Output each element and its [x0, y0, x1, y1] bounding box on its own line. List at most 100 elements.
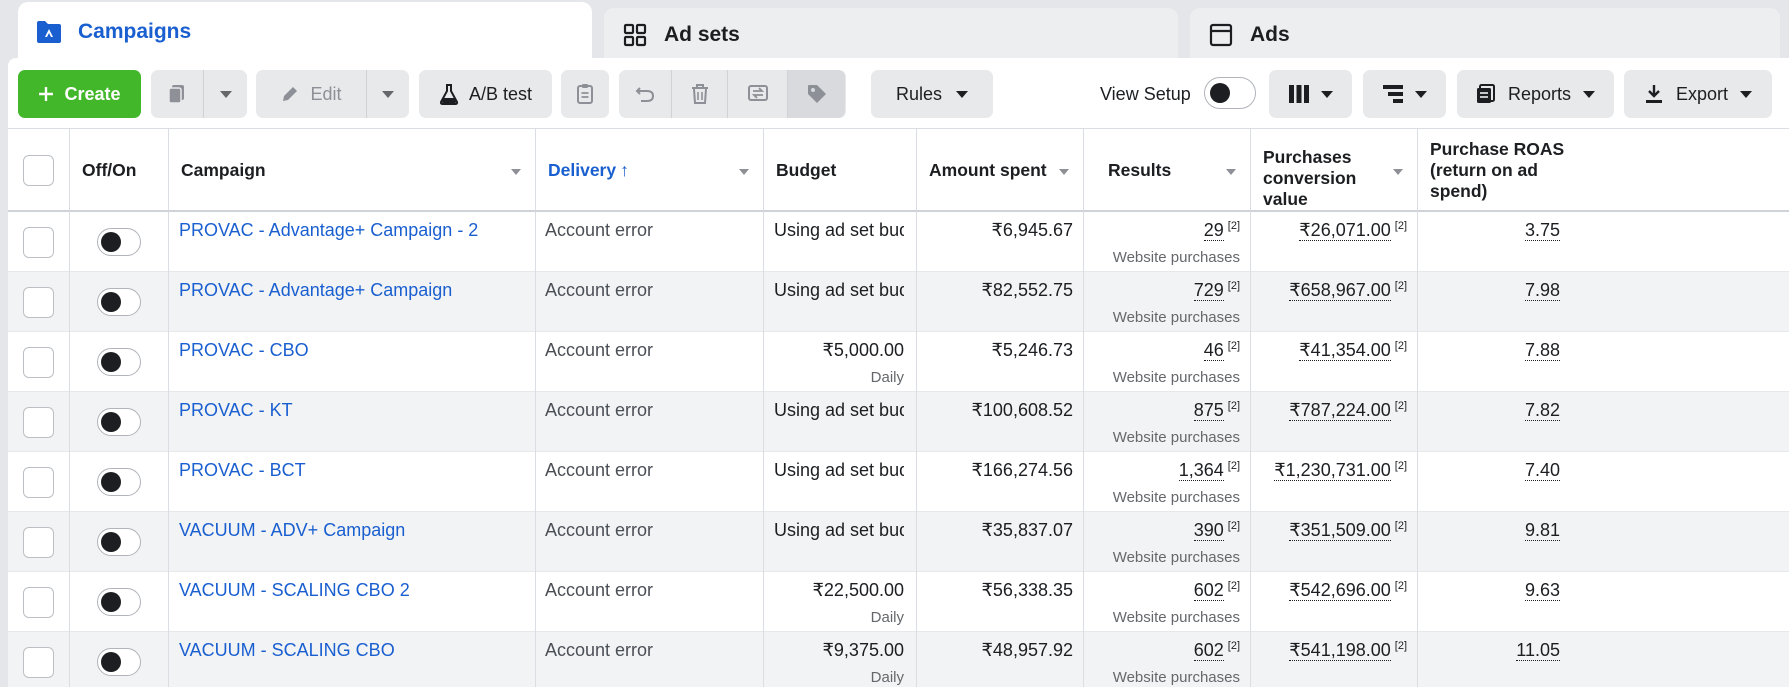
duplicate-dropdown[interactable] [204, 90, 247, 98]
campaign-name-link[interactable]: VACUUM - SCALING CBO 2 [169, 572, 536, 632]
campaign-status-toggle[interactable] [97, 648, 141, 676]
row-checkbox[interactable] [23, 526, 54, 558]
attribution-note: [2] [1394, 400, 1407, 412]
header-results[interactable]: Results [1084, 129, 1251, 211]
row-checkbox[interactable] [23, 286, 54, 318]
row-checkbox[interactable] [23, 586, 54, 618]
campaign-status-toggle[interactable] [97, 528, 141, 556]
header-purchases-value[interactable]: Purchases conversion value [1251, 129, 1418, 211]
header-delivery[interactable]: Delivery ↑ [536, 129, 764, 211]
header-amount-spent[interactable]: Amount spent [917, 129, 1084, 211]
roas-value[interactable]: 7.88 [1524, 340, 1560, 361]
roas-value[interactable]: 11.05 [1516, 640, 1560, 661]
view-setup-toggle[interactable] [1204, 77, 1256, 109]
campaign-status-toggle[interactable] [97, 288, 141, 316]
reports-icon [1476, 84, 1496, 104]
edit-dropdown[interactable] [367, 90, 409, 98]
results-value[interactable]: 729 [1193, 280, 1224, 301]
attribution-note: [2] [1394, 640, 1407, 652]
campaign-name-link[interactable]: PROVAC - Advantage+ Campaign - 2 [169, 212, 536, 272]
campaign-status-toggle[interactable] [97, 348, 141, 376]
roas-value[interactable]: 7.82 [1524, 400, 1560, 421]
tag-icon [806, 83, 828, 105]
tab-campaigns[interactable]: Campaigns [18, 2, 592, 62]
tab-ad-sets[interactable]: Ad sets [604, 8, 1178, 62]
create-button[interactable]: Create [18, 70, 141, 118]
campaign-name-link[interactable]: PROVAC - CBO [169, 332, 536, 392]
purchases-value[interactable]: ₹26,071.00 [1299, 220, 1391, 241]
row-checkbox[interactable] [23, 346, 54, 378]
tag-button[interactable] [788, 70, 845, 118]
purchases-value[interactable]: ₹351,509.00 [1289, 520, 1391, 541]
row-checkbox[interactable] [23, 646, 54, 678]
header-campaign[interactable]: Campaign [169, 129, 536, 211]
duplicate-button-group [151, 70, 247, 118]
amount-spent: ₹35,837.07 [917, 512, 1084, 572]
purchases-value[interactable]: ₹541,198.00 [1289, 640, 1391, 661]
results-value[interactable]: 390 [1193, 520, 1224, 541]
reports-dropdown[interactable]: Reports [1457, 70, 1614, 118]
campaign-name-link[interactable]: VACUUM - ADV+ Campaign [169, 512, 536, 572]
undo-button[interactable] [619, 84, 671, 104]
select-all-checkbox[interactable] [23, 154, 54, 186]
purchases-value[interactable]: ₹787,224.00 [1289, 400, 1391, 421]
purchases-value[interactable]: ₹1,230,731.00 [1274, 460, 1391, 481]
purchases-value[interactable]: ₹542,696.00 [1289, 580, 1391, 601]
tab-label: Ads [1250, 23, 1290, 46]
rules-dropdown[interactable]: Rules [871, 70, 993, 118]
campaign-name-link[interactable]: VACUUM - SCALING CBO [169, 632, 536, 687]
roas-value[interactable]: 7.40 [1524, 460, 1560, 481]
export-dropdown[interactable]: Export [1624, 70, 1772, 118]
budget-value: ₹9,375.00 [822, 640, 904, 660]
campaign-status-toggle[interactable] [97, 588, 141, 616]
ab-test-label: A/B test [468, 83, 533, 104]
swap-button[interactable] [728, 83, 787, 105]
purchases-value-cell: ₹41,354.00 [2] [1251, 332, 1418, 392]
row-select-cell [8, 512, 70, 572]
campaign-name-link[interactable]: PROVAC - KT [169, 392, 536, 452]
results-value[interactable]: 1,364 [1178, 460, 1224, 481]
results-cell: 875 [2] Website purchases [1084, 392, 1251, 452]
header-label: Amount spent [929, 159, 1047, 180]
purchases-value[interactable]: ₹658,967.00 [1289, 280, 1391, 301]
results-value[interactable]: 602 [1193, 580, 1224, 601]
roas-value[interactable]: 3.75 [1524, 220, 1560, 241]
chevron-down-icon [1320, 90, 1333, 98]
results-value[interactable]: 602 [1193, 640, 1224, 661]
roas-value[interactable]: 9.81 [1524, 520, 1560, 541]
results-cell: 602 [2] Website purchases [1084, 572, 1251, 632]
results-value[interactable]: 875 [1193, 400, 1224, 421]
row-checkbox[interactable] [23, 226, 54, 258]
campaign-name-link[interactable]: PROVAC - BCT [169, 452, 536, 512]
purchases-value[interactable]: ₹41,354.00 [1299, 340, 1391, 361]
tab-ads[interactable]: Ads [1190, 8, 1780, 62]
campaign-status-toggle[interactable] [97, 408, 141, 436]
campaign-folder-icon [36, 19, 62, 45]
header-roas[interactable]: Purchase ROAS (return on ad spend) [1418, 129, 1578, 211]
attribution-note: [2] [1227, 400, 1240, 412]
roas-value[interactable]: 9.63 [1524, 580, 1560, 601]
delete-button[interactable] [672, 83, 727, 105]
campaign-status-toggle[interactable] [97, 228, 141, 256]
budget-cell: ₹22,500.00 Daily [764, 572, 917, 632]
campaign-name-link[interactable]: PROVAC - Advantage+ Campaign [169, 272, 536, 332]
budget-value: Using ad set bud… [774, 460, 904, 480]
campaign-status-toggle[interactable] [97, 468, 141, 496]
results-value[interactable]: 29 [1203, 220, 1224, 241]
duplicate-icon[interactable] [151, 83, 203, 105]
amount-spent: ₹166,274.56 [917, 452, 1084, 512]
results-type: Website purchases [1112, 669, 1240, 686]
row-checkbox[interactable] [23, 466, 54, 498]
edit-button[interactable]: Edit [256, 84, 366, 105]
ab-test-button[interactable]: A/B test [419, 70, 552, 118]
results-value[interactable]: 46 [1203, 340, 1224, 361]
header-budget[interactable]: Budget [764, 129, 917, 211]
swap-icon [746, 83, 770, 105]
breakdown-dropdown[interactable] [1363, 70, 1446, 118]
header-off-on: Off/On [70, 129, 169, 211]
columns-dropdown[interactable] [1269, 70, 1352, 118]
attribution-note: [2] [1227, 340, 1240, 352]
clipboard-button[interactable] [561, 70, 609, 118]
roas-value[interactable]: 7.98 [1524, 280, 1560, 301]
row-checkbox[interactable] [23, 406, 54, 438]
